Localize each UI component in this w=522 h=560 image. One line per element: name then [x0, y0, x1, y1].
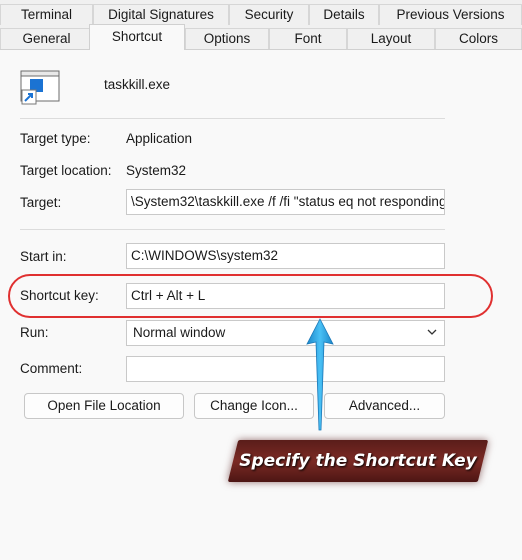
tab-digital-signatures[interactable]: Digital Signatures: [93, 4, 229, 25]
run-label: Run:: [20, 325, 49, 340]
open-file-location-button[interactable]: Open File Location: [24, 393, 184, 419]
tab-shortcut[interactable]: Shortcut: [89, 24, 185, 50]
start-in-label: Start in:: [20, 249, 67, 264]
app-shortcut-icon: [20, 70, 60, 106]
target-location-label: Target location:: [20, 163, 112, 178]
target-label: Target:: [20, 195, 62, 210]
change-icon-button[interactable]: Change Icon...: [194, 393, 314, 419]
start-in-field[interactable]: C:\WINDOWS\system32: [126, 243, 445, 269]
target-type-value: Application: [126, 131, 193, 146]
tab-options[interactable]: Options: [185, 28, 269, 49]
target-field[interactable]: \System32\taskkill.exe /f /fi "status eq…: [126, 189, 445, 215]
separator-middle: [20, 229, 445, 230]
tab-security[interactable]: Security: [229, 4, 309, 25]
tab-font[interactable]: Font: [269, 28, 347, 49]
shortcut-key-label: Shortcut key:: [20, 288, 99, 303]
separator-top: [20, 118, 445, 119]
tab-details[interactable]: Details: [309, 4, 379, 25]
comment-field[interactable]: [126, 356, 445, 382]
advanced-button[interactable]: Advanced...: [324, 393, 445, 419]
tab-terminal[interactable]: Terminal: [0, 4, 93, 25]
annotation-arrow-icon: [300, 318, 340, 432]
file-name: taskkill.exe: [104, 77, 171, 92]
run-select[interactable]: Normal window: [126, 320, 445, 346]
shortcut-key-field[interactable]: Ctrl + Alt + L: [126, 283, 445, 309]
annotation-text: Specify the Shortcut Key: [239, 451, 477, 471]
run-select-value: Normal window: [133, 325, 226, 340]
tab-colors[interactable]: Colors: [435, 28, 522, 49]
tab-layout[interactable]: Layout: [347, 28, 435, 49]
chevron-down-icon: [426, 321, 438, 345]
tab-previous-versions[interactable]: Previous Versions: [379, 4, 522, 25]
comment-label: Comment:: [20, 361, 83, 376]
tab-general[interactable]: General: [0, 28, 93, 49]
target-location-value: System32: [126, 163, 187, 178]
target-type-label: Target type:: [20, 131, 91, 146]
